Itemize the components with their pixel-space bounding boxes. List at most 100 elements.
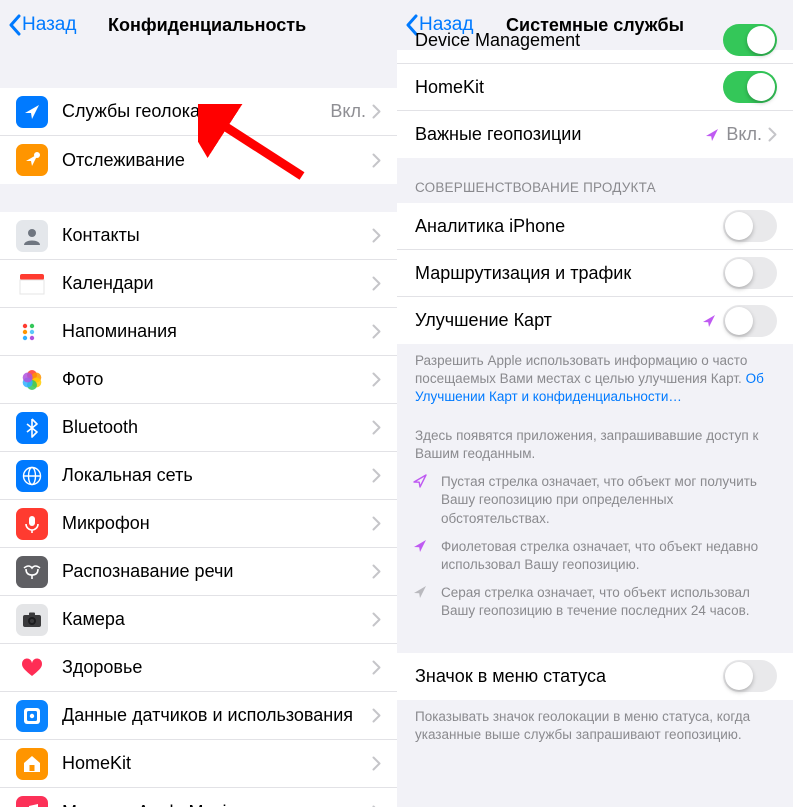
location-arrow-icon bbox=[704, 127, 720, 143]
row-label: Медиа и Apple Music bbox=[62, 802, 372, 807]
system-services-pane: Назад Системные службы Device Management… bbox=[397, 0, 793, 807]
row-label: Здоровье bbox=[62, 657, 372, 678]
settings-row[interactable]: HomeKit bbox=[0, 740, 397, 788]
system-row[interactable]: Device Management bbox=[397, 17, 793, 64]
row-label: HomeKit bbox=[415, 77, 723, 98]
tracking-icon bbox=[16, 144, 48, 176]
sensor-icon bbox=[16, 700, 48, 732]
row-label: Маршрутизация и трафик bbox=[415, 263, 723, 284]
improve-row[interactable]: Аналитика iPhone bbox=[397, 203, 793, 250]
group-location: Службы геолокацииВкл. Отслеживание bbox=[0, 88, 397, 184]
row-label: Службы геолокации bbox=[62, 101, 330, 122]
toggle-switch[interactable] bbox=[723, 71, 777, 103]
photos-icon bbox=[16, 364, 48, 396]
row-value: Вкл. bbox=[726, 124, 762, 145]
legend-block: Здесь появятся приложения, запрашивавшие… bbox=[397, 417, 793, 637]
improve-row[interactable]: Улучшение Карт bbox=[397, 297, 793, 344]
row-value: Вкл. bbox=[330, 101, 366, 122]
row-label: Фото bbox=[62, 369, 372, 390]
legend-text: Серая стрелка означает, что объект испол… bbox=[441, 584, 775, 620]
row-label: Аналитика iPhone bbox=[415, 216, 723, 237]
speech-icon bbox=[16, 556, 48, 588]
settings-row[interactable]: Данные датчиков и использования bbox=[0, 692, 397, 740]
health-icon bbox=[16, 652, 48, 684]
chevron-right-icon bbox=[372, 468, 381, 483]
location-arrow-icon bbox=[412, 473, 428, 489]
row-label: Микрофон bbox=[62, 513, 372, 534]
status-icon-row[interactable]: Значок в меню статуса bbox=[397, 653, 793, 700]
settings-row[interactable]: Здоровье bbox=[0, 644, 397, 692]
settings-row[interactable]: Локальная сеть bbox=[0, 452, 397, 500]
row-label: Камера bbox=[62, 609, 372, 630]
chevron-right-icon bbox=[372, 228, 381, 243]
group-system-top: Device Management HomeKit Важные геопозици… bbox=[397, 17, 793, 158]
legend-item: Серая стрелка означает, что объект испол… bbox=[415, 584, 775, 620]
toggle-switch[interactable] bbox=[723, 210, 777, 242]
chevron-right-icon bbox=[372, 612, 381, 627]
row-label: Напоминания bbox=[62, 321, 372, 342]
chevron-right-icon bbox=[372, 324, 381, 339]
row-label: Локальная сеть bbox=[62, 465, 372, 486]
settings-row[interactable]: Медиа и Apple Music bbox=[0, 788, 397, 807]
row-label: Контакты bbox=[62, 225, 372, 246]
settings-row[interactable]: Распознавание речи bbox=[0, 548, 397, 596]
homekit-icon bbox=[16, 748, 48, 780]
chevron-right-icon bbox=[372, 153, 381, 168]
group-improve: Аналитика iPhone Маршрутизация и трафик Ул… bbox=[397, 203, 793, 344]
back-label: Назад bbox=[22, 14, 76, 36]
row-label: Отслеживание bbox=[62, 150, 372, 171]
localnet-icon bbox=[16, 460, 48, 492]
footer-status: Показывать значок геолокации в меню стат… bbox=[397, 700, 793, 754]
toggle-switch[interactable] bbox=[723, 24, 777, 56]
page-title: Конфиденциальность bbox=[108, 15, 306, 36]
settings-row[interactable]: Отслеживание bbox=[0, 136, 397, 184]
location-arrow-icon bbox=[412, 584, 428, 600]
music-icon bbox=[16, 796, 48, 807]
group-privacy-apps: Контакты Календари Напоминания Фото Bluetoot… bbox=[0, 212, 397, 807]
back-button[interactable]: Назад bbox=[8, 14, 76, 36]
toggle-switch[interactable] bbox=[723, 257, 777, 289]
location-arrow-icon bbox=[701, 313, 717, 329]
mic-icon bbox=[16, 508, 48, 540]
camera-icon bbox=[16, 604, 48, 636]
row-label: Календари bbox=[62, 273, 372, 294]
bluetooth-icon bbox=[16, 412, 48, 444]
legend-intro: Здесь появятся приложения, запрашивавшие… bbox=[415, 427, 775, 463]
nav-bar: Назад Конфиденциальность bbox=[0, 0, 397, 50]
chevron-right-icon bbox=[372, 756, 381, 771]
legend-item: Фиолетовая стрелка означает, что объект … bbox=[415, 538, 775, 574]
settings-row[interactable]: Календари bbox=[0, 260, 397, 308]
settings-row[interactable]: Службы геолокацииВкл. bbox=[0, 88, 397, 136]
row-label: Распознавание речи bbox=[62, 561, 372, 582]
settings-row[interactable]: Микрофон bbox=[0, 500, 397, 548]
row-label: Bluetooth bbox=[62, 417, 372, 438]
calendar-icon bbox=[16, 268, 48, 300]
chevron-right-icon bbox=[372, 708, 381, 723]
row-label: Значок в меню статуса bbox=[415, 666, 723, 687]
row-label: Device Management bbox=[415, 30, 723, 51]
row-label: Важные геопозиции bbox=[415, 124, 704, 145]
toggle-switch[interactable] bbox=[723, 305, 777, 337]
settings-row[interactable]: Bluetooth bbox=[0, 404, 397, 452]
section-header: СОВЕРШЕНСТВОВАНИЕ ПРОДУКТА bbox=[397, 158, 793, 203]
settings-row[interactable]: Камера bbox=[0, 596, 397, 644]
settings-row[interactable]: Фото bbox=[0, 356, 397, 404]
settings-row[interactable]: Напоминания bbox=[0, 308, 397, 356]
privacy-pane: Назад Конфиденциальность Службы геолокац… bbox=[0, 0, 397, 807]
row-label: HomeKit bbox=[62, 753, 372, 774]
location-arrow-icon bbox=[412, 538, 428, 554]
group-status: Значок в меню статуса bbox=[397, 653, 793, 700]
row-label: Улучшение Карт bbox=[415, 310, 701, 331]
toggle-switch[interactable] bbox=[723, 660, 777, 692]
chevron-right-icon bbox=[372, 660, 381, 675]
system-row[interactable]: HomeKit bbox=[397, 64, 793, 111]
footer-improve: Разрешить Apple использовать информацию … bbox=[397, 344, 793, 417]
legend-item: Пустая стрелка означает, что объект мог … bbox=[415, 473, 775, 528]
system-row[interactable]: Важные геопозиции Вкл. bbox=[397, 111, 793, 158]
chevron-right-icon bbox=[372, 104, 381, 119]
settings-row[interactable]: Контакты bbox=[0, 212, 397, 260]
improve-row[interactable]: Маршрутизация и трафик bbox=[397, 250, 793, 297]
chevron-right-icon bbox=[372, 564, 381, 579]
chevron-left-icon bbox=[8, 14, 22, 36]
chevron-right-icon bbox=[372, 276, 381, 291]
